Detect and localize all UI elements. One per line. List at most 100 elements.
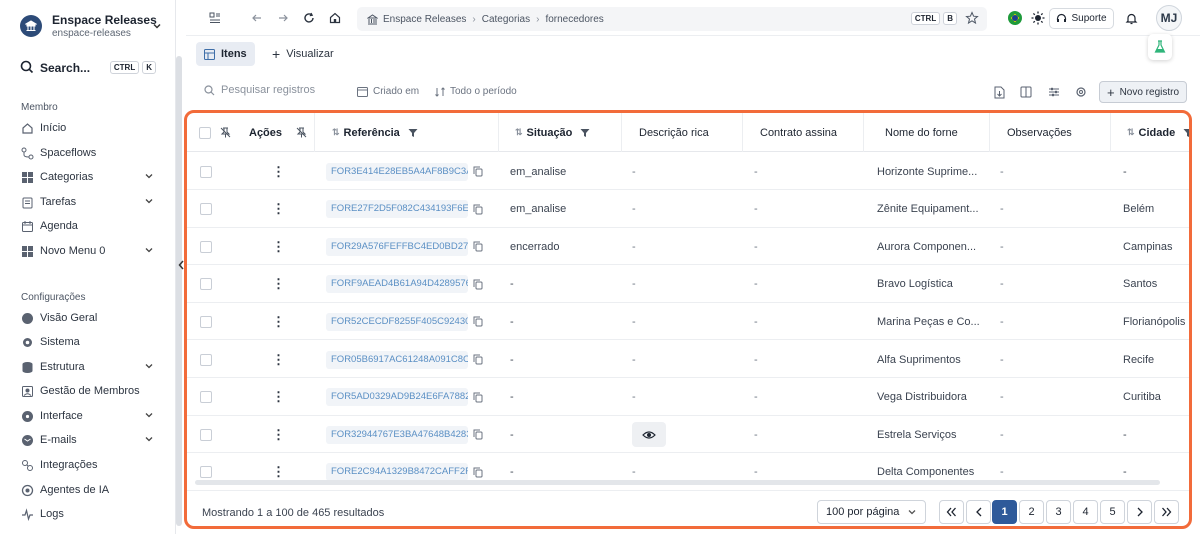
table-row[interactable]: ⋮ FOR52CECDF8255F405C92430F1 - - - Marina Peç… — [187, 303, 1189, 341]
breadcrumb-item-workspace[interactable]: Enspace Releases — [383, 14, 466, 25]
copy-icon[interactable] — [473, 392, 483, 403]
unpin-icon[interactable] — [220, 127, 231, 138]
copy-icon[interactable] — [473, 279, 483, 290]
column-header-acoes[interactable]: Ações — [239, 113, 315, 152]
columns-icon[interactable] — [1019, 85, 1033, 99]
row-checkbox[interactable] — [200, 353, 212, 366]
table-row[interactable]: ⋮ FORE2C94A1329B8472CAFF2F4D - - - Delta Comp… — [187, 454, 1189, 491]
sidebar-item-agenda[interactable]: Agenda — [21, 216, 156, 236]
more-vertical-icon[interactable]: ⋮ — [272, 464, 285, 480]
copy-icon[interactable] — [473, 354, 483, 365]
sliders-icon[interactable] — [1047, 85, 1061, 99]
reference-link[interactable]: FOR05B6917AC61248A091C8CFD — [326, 350, 468, 369]
new-record-button[interactable]: + Novo registro — [1099, 81, 1187, 103]
page-button[interactable]: 1 — [992, 500, 1017, 524]
workspace-switcher[interactable]: Enspace Releases enspace-releases — [20, 12, 170, 40]
sidebar-item-spaceflows[interactable]: Spaceflows — [21, 143, 156, 163]
search-records-input[interactable]: Pesquisar registros — [204, 84, 315, 96]
row-checkbox[interactable] — [200, 203, 212, 216]
sidebar-item-agentes-ia[interactable]: Agentes de IA — [21, 480, 156, 500]
reference-link[interactable]: FORE27F2D5F082C434193F6E20E — [326, 200, 468, 219]
more-vertical-icon[interactable]: ⋮ — [272, 164, 285, 180]
table-row[interactable]: ⋮ FORF9AEAD4B61A94D428957615 - - - Bravo Logí… — [187, 266, 1189, 303]
table-row[interactable]: ⋮ FORE27F2D5F082C434193F6E20E em_analise - -… — [187, 191, 1189, 228]
sidebar-item-interface[interactable]: Interface — [21, 406, 156, 426]
table-row[interactable]: ⋮ FOR3E414E28EB5A4AF8B9C3A42 em_analise - - H… — [187, 153, 1189, 190]
row-checkbox[interactable] — [200, 240, 212, 253]
export-icon[interactable] — [992, 85, 1006, 99]
copy-icon[interactable] — [473, 429, 483, 440]
row-checkbox[interactable] — [200, 165, 212, 178]
select-all-checkbox[interactable] — [199, 126, 211, 139]
brazil-flag-icon[interactable] — [1008, 11, 1022, 25]
sort-icon[interactable]: ⇅ — [332, 127, 340, 138]
copy-icon[interactable] — [473, 467, 483, 478]
first-page-button[interactable] — [939, 500, 964, 524]
sidebar-item-estrutura[interactable]: Estrutura — [21, 357, 156, 377]
period-filter[interactable]: Todo o período — [435, 86, 517, 97]
sidebar-item-inicio[interactable]: Início — [21, 118, 156, 138]
row-checkbox[interactable] — [200, 428, 212, 441]
reference-link[interactable]: FOR5AD0329AD9B24E6FA78822E — [326, 388, 468, 407]
last-page-button[interactable] — [1154, 500, 1179, 524]
layout-toggle-icon[interactable] — [208, 11, 222, 25]
column-header-referencia[interactable]: ⇅ Referência — [315, 113, 499, 152]
table-row[interactable]: ⋮ FOR29A576FEFFBC4ED0BD27B3A encerrado - - Au… — [187, 228, 1189, 266]
sidebar-scrollbar[interactable] — [176, 56, 182, 526]
per-page-select[interactable]: 100 por página — [817, 500, 926, 524]
page-button[interactable]: 3 — [1046, 500, 1071, 524]
sidebar-item-gestao-membros[interactable]: Gestão de Membros — [21, 381, 156, 401]
home-icon[interactable] — [328, 11, 342, 25]
created-at-filter[interactable]: Criado em — [357, 86, 419, 97]
tab-itens[interactable]: Itens — [196, 42, 255, 66]
star-icon[interactable] — [965, 11, 979, 28]
sidebar-item-visao-geral[interactable]: Visão Geral — [21, 308, 156, 328]
reference-link[interactable]: FOR32944767E3BA47648B4283F — [326, 425, 468, 444]
forward-arrow-icon[interactable] — [276, 11, 290, 25]
more-vertical-icon[interactable]: ⋮ — [272, 239, 285, 255]
more-vertical-icon[interactable]: ⋮ — [272, 427, 285, 443]
more-vertical-icon[interactable]: ⋮ — [272, 201, 285, 217]
support-button[interactable]: Suporte — [1049, 8, 1114, 29]
sidebar-item-logs[interactable]: Logs — [21, 504, 156, 524]
sidebar-item-tarefas[interactable]: Tarefas — [21, 192, 156, 212]
sidebar-item-emails[interactable]: E-mails — [21, 430, 156, 450]
more-vertical-icon[interactable]: ⋮ — [272, 389, 285, 405]
reference-link[interactable]: FORF9AEAD4B61A94D428957615 — [326, 275, 468, 294]
unpin-icon[interactable] — [296, 127, 307, 138]
sidebar-item-sistema[interactable]: Sistema — [21, 332, 156, 352]
table-row[interactable]: ⋮ FOR05B6917AC61248A091C8CFD - - - Alfa Supri… — [187, 341, 1189, 378]
reference-link[interactable]: FOR29A576FEFFBC4ED0BD27B3A — [326, 237, 468, 256]
row-checkbox[interactable] — [200, 278, 212, 291]
next-page-button[interactable] — [1127, 500, 1152, 524]
page-button[interactable]: 5 — [1100, 500, 1125, 524]
more-vertical-icon[interactable]: ⋮ — [272, 276, 285, 292]
column-header-observacoes[interactable]: Observações — [990, 113, 1111, 152]
column-header-nome[interactable]: Nome do forne — [864, 113, 990, 152]
view-rich-text-button[interactable] — [632, 422, 666, 448]
gear-icon[interactable] — [1074, 85, 1088, 99]
sort-icon[interactable]: ⇅ — [515, 127, 523, 138]
sidebar-item-integracoes[interactable]: Integrações — [21, 455, 156, 475]
table-row[interactable]: ⋮ FOR32944767E3BA47648B4283F - - Estrela Ser… — [187, 416, 1189, 454]
sidebar-item-categorias[interactable]: Categorias — [21, 167, 156, 187]
reference-link[interactable]: FOR3E414E28EB5A4AF8B9C3A42 — [326, 162, 468, 181]
tab-visualizar[interactable]: + Visualizar — [264, 42, 342, 66]
filter-icon[interactable] — [580, 128, 590, 138]
search-button[interactable]: Search... CTRL K — [20, 58, 160, 78]
back-arrow-icon[interactable] — [250, 11, 264, 25]
copy-icon[interactable] — [473, 316, 483, 327]
sidebar-item-novo-menu-0[interactable]: Novo Menu 0 — [21, 241, 156, 261]
more-vertical-icon[interactable]: ⋮ — [272, 314, 285, 330]
row-checkbox[interactable] — [200, 391, 212, 404]
breadcrumb-item-categorias[interactable]: Categorias — [482, 14, 530, 25]
reference-link[interactable]: FOR52CECDF8255F405C92430F1 — [326, 312, 468, 331]
sun-icon[interactable] — [1031, 11, 1045, 25]
filter-icon[interactable] — [1183, 128, 1189, 138]
row-checkbox[interactable] — [200, 466, 212, 479]
column-header-situacao[interactable]: ⇅ Situação — [499, 113, 622, 152]
more-vertical-icon[interactable]: ⋮ — [272, 352, 285, 368]
table-row[interactable]: ⋮ FOR5AD0329AD9B24E6FA78822E - - - Vega Distr… — [187, 379, 1189, 416]
avatar[interactable]: MJ — [1156, 5, 1182, 31]
column-header-contrato[interactable]: Contrato assina — [743, 113, 864, 152]
